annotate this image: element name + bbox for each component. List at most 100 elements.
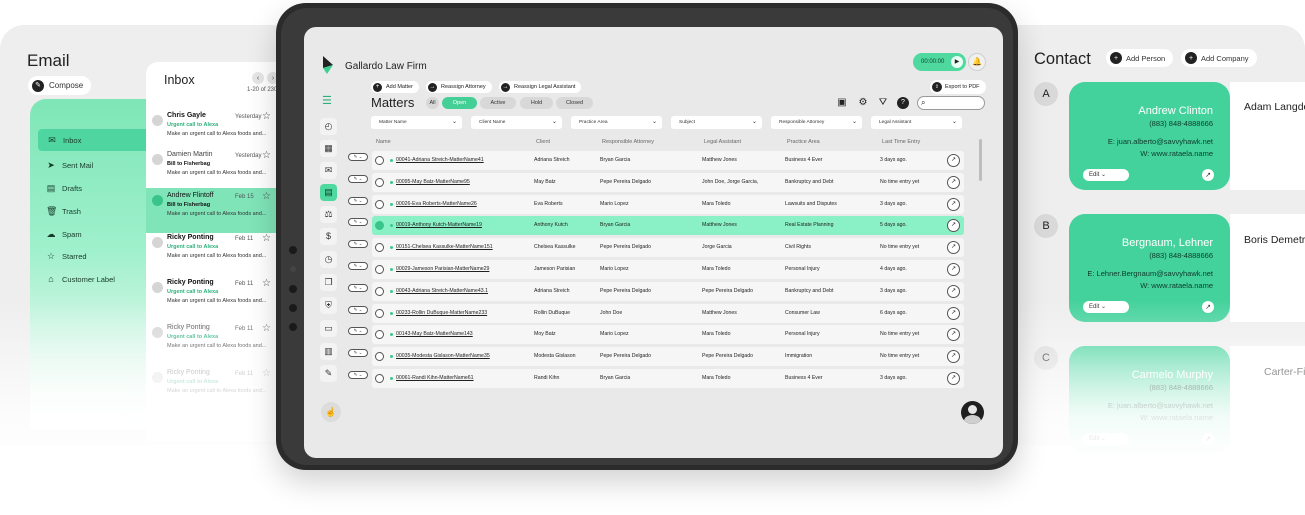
sidebar-item-matters[interactable]: ▤ bbox=[320, 184, 337, 201]
edit-dropdown[interactable]: Edit ⌄ bbox=[1083, 433, 1129, 445]
contact-card[interactable]: Andrew Clinton (883) 848-4888666 E: juan… bbox=[1069, 82, 1230, 190]
matter-name-dropdown[interactable]: Matter Name ⌄ bbox=[371, 116, 462, 129]
cell-name[interactable]: 00061-Randi Kihn-MatterName61 bbox=[396, 375, 474, 381]
cell-name[interactable]: 00151-Chelsea Kassulke-MatterName151 bbox=[396, 244, 493, 250]
cell-name[interactable]: 00029-Jameson Parisian-MatterName29 bbox=[396, 266, 489, 272]
nav-item-drafts[interactable]: ▤ Drafts bbox=[46, 178, 82, 198]
cell-name[interactable]: 00043-Adriana Streich-MatterName43.1 bbox=[396, 288, 488, 294]
table-row[interactable]: 00095-May Batz-MatterName95 May Batz Pepe … bbox=[372, 172, 964, 192]
scrollbar[interactable] bbox=[979, 139, 982, 181]
contact-next-name[interactable]: Carter-Fi bbox=[1264, 366, 1305, 378]
contact-card[interactable]: Bergnaum, Lehner (883) 848-4888666 E: Le… bbox=[1069, 214, 1230, 322]
open-arrow-icon[interactable]: ↗ bbox=[947, 241, 960, 255]
list-item[interactable]: Ricky Ponting Feb 11 ☆ Urgent call to Al… bbox=[146, 365, 282, 410]
edit-dropdown[interactable]: Edit ⌄ bbox=[1083, 301, 1129, 313]
prev-page-icon[interactable]: ‹ bbox=[252, 72, 264, 84]
row-select-radio[interactable] bbox=[375, 286, 384, 296]
select-checkbox[interactable] bbox=[152, 154, 163, 165]
list-item[interactable]: Ricky Ponting Feb 11 ☆ Urgent call to Al… bbox=[146, 320, 282, 365]
row-select-radio[interactable] bbox=[375, 243, 384, 253]
select-checkbox[interactable] bbox=[152, 115, 163, 126]
nav-item-spam[interactable]: ☁ Spam bbox=[46, 224, 82, 244]
row-edit-toggle[interactable]: ✎ ⌄ bbox=[348, 349, 368, 358]
open-arrow-icon[interactable]: ↗ bbox=[947, 350, 960, 364]
row-select-radio[interactable] bbox=[375, 330, 384, 340]
sidebar-item-notes[interactable]: ✎ bbox=[320, 365, 337, 382]
row-select-radio[interactable] bbox=[375, 265, 384, 274]
star-icon[interactable]: ☆ bbox=[262, 368, 271, 379]
star-icon[interactable]: ☆ bbox=[262, 191, 271, 202]
nav-item-customer-label[interactable]: ⌂ Customer Label bbox=[46, 269, 115, 289]
row-edit-toggle[interactable]: ✎ ⌄ bbox=[348, 305, 368, 314]
row-edit-toggle[interactable]: ✎ ⌄ bbox=[348, 240, 368, 249]
star-icon[interactable]: ☆ bbox=[262, 111, 271, 122]
filter-all[interactable]: All bbox=[426, 97, 439, 109]
filter-icon[interactable]: ⛛ bbox=[877, 97, 889, 109]
filter-hold[interactable]: Hold bbox=[520, 97, 553, 109]
sidebar-item-legal[interactable]: ⚖ bbox=[320, 206, 337, 223]
row-edit-toggle[interactable]: ✎ ⌄ bbox=[348, 174, 368, 183]
select-checkbox[interactable] bbox=[152, 237, 163, 248]
table-row[interactable]: 00061-Randi Kihn-MatterName61 Randi Kihn B… bbox=[372, 369, 964, 388]
open-arrow-icon[interactable]: ↗ bbox=[947, 175, 960, 189]
table-row[interactable]: 00019-Anthony Kutch-MatterName19 Anthony … bbox=[372, 216, 964, 236]
avatar[interactable] bbox=[961, 401, 984, 424]
sidebar-item-billing[interactable]: $ bbox=[320, 228, 337, 245]
table-row[interactable]: 00043-Adriana Streich-MatterName43.1 Adri… bbox=[372, 281, 964, 301]
subject-dropdown[interactable]: Subject ⌄ bbox=[671, 116, 762, 129]
select-checkbox[interactable] bbox=[152, 372, 163, 383]
select-checkbox[interactable] bbox=[152, 195, 163, 206]
sidebar-item-reports[interactable]: ▥ bbox=[320, 343, 337, 360]
nav-item-sent-mail[interactable]: ➤ Sent Mail bbox=[46, 155, 93, 175]
star-icon[interactable]: ☆ bbox=[262, 278, 271, 289]
row-edit-toggle[interactable]: ✎ ⌄ bbox=[348, 218, 368, 227]
open-arrow-icon[interactable]: ↗ bbox=[947, 372, 960, 385]
row-select-radio[interactable] bbox=[375, 308, 384, 318]
table-row[interactable]: 00026-Eva Roberts-MatterName26 Eva Robert… bbox=[372, 194, 964, 214]
select-checkbox[interactable] bbox=[152, 282, 163, 293]
notification-bell-icon[interactable]: 🔔 bbox=[968, 53, 986, 71]
time-tracker[interactable]: 00:00:00 ▶ bbox=[913, 53, 966, 71]
table-row[interactable]: 00143-May Batz-MatterName143 Moy Batz Mari… bbox=[372, 325, 964, 345]
hamburger-menu-icon[interactable]: ☰ bbox=[322, 94, 334, 107]
row-select-radio[interactable] bbox=[375, 374, 384, 383]
sidebar-item-dashboard[interactable]: ◴ bbox=[320, 118, 337, 135]
cell-name[interactable]: 00095-May Batz-MatterName95 bbox=[396, 179, 470, 185]
list-item[interactable]: Andrew Flintoff Feb 15 ☆ Bill to Fisherb… bbox=[146, 188, 282, 233]
contact-next-name[interactable]: Adam Langdon bbox=[1244, 101, 1305, 113]
layout-icon[interactable]: ▣ bbox=[836, 97, 848, 109]
star-icon[interactable]: ☆ bbox=[262, 150, 271, 161]
table-row[interactable]: 00151-Chelsea Kassulke-MatterName151 Chel… bbox=[372, 238, 964, 258]
filter-open[interactable]: Open bbox=[442, 97, 477, 109]
play-icon[interactable]: ▶ bbox=[951, 56, 963, 68]
cell-name[interactable]: 00026-Eva Roberts-MatterName26 bbox=[396, 201, 477, 207]
star-icon[interactable]: ☆ bbox=[262, 233, 271, 244]
add-person-button[interactable]: + Add Person bbox=[1106, 49, 1174, 67]
open-arrow-icon[interactable]: ↗ bbox=[1202, 433, 1214, 445]
row-edit-toggle[interactable]: ✎ ⌄ bbox=[348, 327, 368, 336]
table-row[interactable]: 00029-Jameson Parisian-MatterName29 James… bbox=[372, 260, 964, 279]
client-name-dropdown[interactable]: Client Name ⌄ bbox=[471, 116, 562, 129]
open-arrow-icon[interactable]: ↗ bbox=[1202, 169, 1214, 181]
sidebar-item-security[interactable]: ⛨ bbox=[320, 297, 337, 314]
filter-active[interactable]: Active bbox=[480, 97, 516, 109]
export-pdf-button[interactable]: ⇪ Export to PDF bbox=[930, 80, 986, 94]
add-company-button[interactable]: + Add Company bbox=[1181, 49, 1257, 67]
row-select-radio[interactable] bbox=[375, 352, 384, 362]
filter-closed[interactable]: Closed bbox=[556, 97, 593, 109]
row-edit-toggle[interactable]: ✎ ⌄ bbox=[348, 262, 368, 270]
list-item[interactable]: Ricky Ponting Feb 11 ☆ Urgent call to Al… bbox=[146, 230, 282, 275]
responsible-attorney-dropdown[interactable]: Responsible Attorney ⌄ bbox=[771, 116, 862, 129]
cell-name[interactable]: 00143-May Batz-MatterName143 bbox=[396, 331, 473, 337]
cell-name[interactable]: 00233-Rollin DuBuque-MatterName233 bbox=[396, 310, 487, 316]
sidebar-item-documents[interactable]: ❐ bbox=[320, 274, 337, 291]
open-arrow-icon[interactable]: ↗ bbox=[947, 154, 960, 167]
table-row[interactable]: 00233-Rollin DuBuque-MatterName233 Rollin… bbox=[372, 303, 964, 323]
add-matter-button[interactable]: + Add Matter bbox=[371, 81, 419, 93]
contact-next-name[interactable]: Boris Demetri bbox=[1244, 234, 1305, 246]
nav-item-trash[interactable]: 🗑 Trash bbox=[46, 201, 81, 221]
reassign-legal-assistant-button[interactable]: → Reassign Legal Assistant bbox=[499, 81, 582, 93]
cell-name[interactable]: 00041-Adriana Streich-MatterName41 bbox=[396, 157, 484, 163]
table-row[interactable]: 00041-Adriana Streich-MatterName41 Adrian… bbox=[372, 151, 964, 170]
row-edit-toggle[interactable]: ✎ ⌄ bbox=[348, 283, 368, 292]
